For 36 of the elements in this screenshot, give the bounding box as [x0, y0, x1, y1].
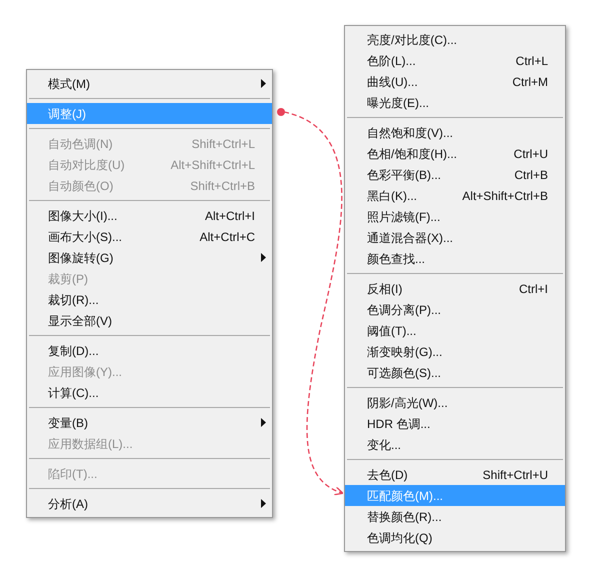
menu-item[interactable]: 照片滤镜(F)... [345, 206, 565, 227]
menu-item[interactable]: 图像大小(I)... Alt+Ctrl+I [27, 205, 272, 226]
menu-item[interactable]: 通道混合器(X)... [345, 227, 565, 248]
submenu-arrow-icon [261, 499, 266, 508]
menu-item[interactable]: 去色(D) Shift+Ctrl+U [345, 464, 565, 485]
menu-item[interactable]: 阈值(T)... [345, 320, 565, 341]
menu-item[interactable]: 计算(C)... [27, 382, 272, 403]
submenu-arrow-icon [261, 253, 266, 262]
menu-item[interactable]: 自然饱和度(V)... [345, 122, 565, 143]
menu-item[interactable]: 显示全部(V) [27, 310, 272, 331]
menu-item[interactable]: 色彩平衡(B)... Ctrl+B [345, 164, 565, 185]
menu-item[interactable]: 变量(B) [27, 412, 272, 433]
menu-item[interactable]: 复制(D)... [27, 340, 272, 361]
menu-item[interactable]: 图像旋转(G) [27, 247, 272, 268]
menu-item[interactable]: 画布大小(S)... Alt+Ctrl+C [27, 226, 272, 247]
submenu-arrow-icon [261, 418, 266, 427]
menu-item[interactable]: 变化... [345, 434, 565, 455]
menu-item[interactable]: 颜色查找... [345, 248, 565, 269]
menu-item[interactable]: 色调分离(P)... [345, 299, 565, 320]
menu-item[interactable]: 色阶(L)... Ctrl+L [345, 50, 565, 71]
menu-item[interactable]: 黑白(K)... Alt+Shift+Ctrl+B [345, 185, 565, 206]
menu-item[interactable]: 渐变映射(G)... [345, 341, 565, 362]
menu-item[interactable]: 亮度/对比度(C)... [345, 29, 565, 50]
menu-item[interactable]: 阴影/高光(W)... [345, 392, 565, 413]
menu-item[interactable]: 替换颜色(R)... [345, 506, 565, 527]
menu-item[interactable]: 曲线(U)... Ctrl+M [345, 71, 565, 92]
menu-item[interactable]: 模式(M) [27, 73, 272, 94]
menu-item[interactable]: 反相(I) Ctrl+I [345, 278, 565, 299]
menu-item[interactable]: 色调均化(Q) [345, 527, 565, 548]
menu-item[interactable]: 色相/饱和度(H)... Ctrl+U [345, 143, 565, 164]
menu-item[interactable]: 裁切(R)... [27, 289, 272, 310]
menu-item[interactable]: 分析(A) [27, 493, 272, 514]
submenu-arrow-icon [261, 79, 266, 88]
menu-item[interactable]: HDR 色调... [345, 413, 565, 434]
menu-item[interactable]: 曝光度(E)... [345, 92, 565, 113]
menu-item[interactable]: 可选颜色(S)... [345, 362, 565, 383]
